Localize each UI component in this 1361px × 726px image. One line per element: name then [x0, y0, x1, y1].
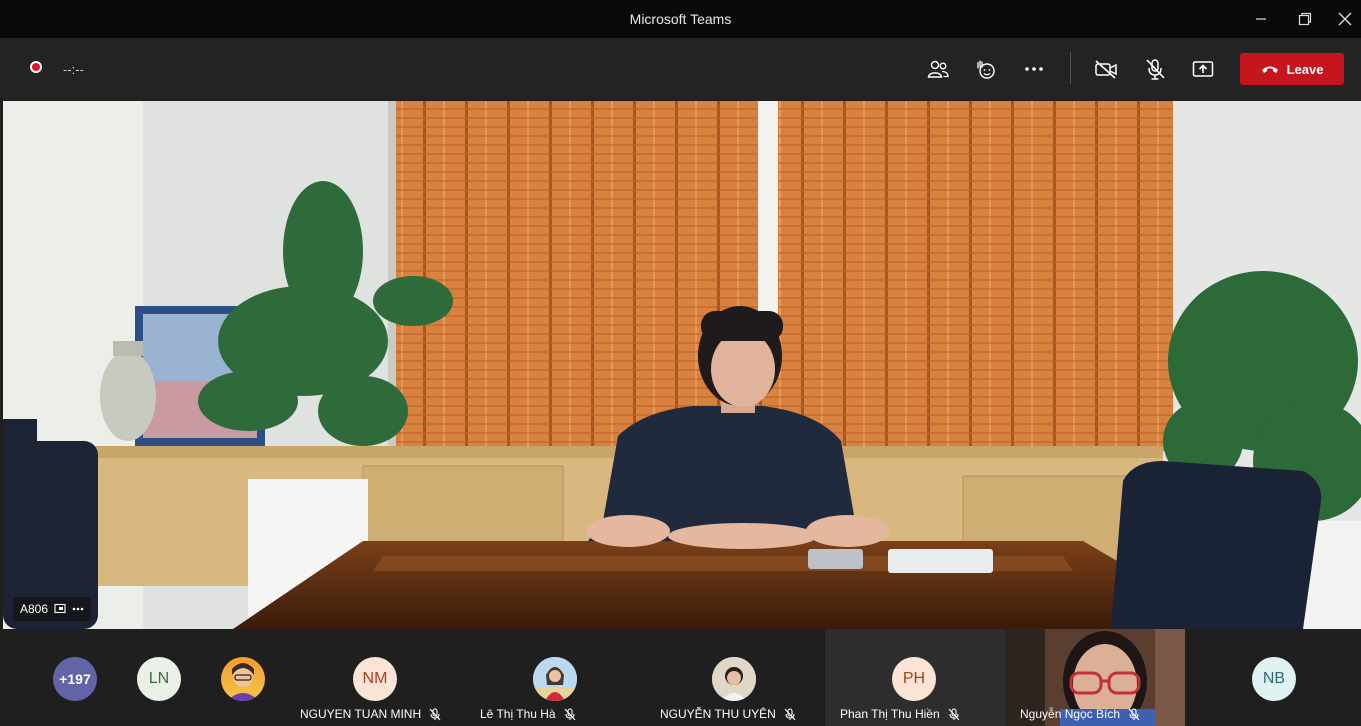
participant-name: NGUYEN TUAN MINH	[300, 707, 441, 721]
close-button[interactable]	[1322, 0, 1361, 38]
mic-toggle-button[interactable]	[1139, 54, 1171, 84]
avatar	[712, 657, 756, 701]
overflow-count[interactable]: +197	[53, 657, 97, 701]
participant-name: NGUYỄN THU UYÊN	[660, 707, 796, 721]
avatar-illustration-icon	[227, 663, 259, 701]
speaker-video-feed	[3, 101, 1361, 629]
mic-muted-icon	[948, 707, 960, 720]
avatar: NB	[1252, 657, 1296, 701]
window-title: Microsoft Teams	[629, 11, 732, 27]
avatar	[221, 657, 265, 701]
recording-indicator-icon	[30, 61, 42, 73]
participant-tile-photo-1[interactable]	[200, 629, 290, 726]
participant-tile-bich[interactable]: Nguyễn Ngọc Bích	[1005, 629, 1185, 726]
hang-up-icon	[1261, 66, 1278, 73]
screen-share-status-icon	[54, 603, 66, 614]
avatar-photo-icon	[712, 657, 756, 701]
avatar-photo-icon	[533, 657, 577, 701]
more-options-button[interactable]	[1018, 54, 1050, 84]
participant-name-text: NGUYEN TUAN MINH	[300, 707, 422, 721]
meeting-toolbar: --:-- Leave	[0, 38, 1361, 100]
participant-tile-ln[interactable]: LN	[115, 629, 205, 726]
participant-tile-ha[interactable]: Lê Thị Thu Hà	[470, 629, 630, 726]
share-tray-icon	[1192, 61, 1214, 77]
participant-tile-ph[interactable]: PH Phan Thị Thu Hiền	[825, 629, 1005, 726]
share-screen-button[interactable]	[1187, 54, 1219, 84]
avatar: LN	[137, 657, 181, 701]
main-video-stage[interactable]: A806	[3, 101, 1361, 629]
participant-overflow-tile[interactable]: +197	[30, 629, 120, 726]
camera-toggle-button[interactable]	[1090, 54, 1122, 84]
speaker-name: A806	[20, 602, 49, 616]
participants-button[interactable]	[922, 54, 954, 84]
avatar: PH	[892, 657, 936, 701]
participant-name: Phan Thị Thu Hiền	[840, 707, 960, 721]
mic-muted-icon	[784, 707, 796, 720]
reactions-button[interactable]	[970, 54, 1002, 84]
mic-off-icon	[1146, 59, 1165, 80]
avatar: NM	[353, 657, 397, 701]
leave-label: Leave	[1286, 61, 1324, 77]
people-icon	[927, 60, 949, 78]
meeting-timer: --:--	[63, 62, 84, 77]
speaker-name-tag[interactable]: A806	[13, 597, 92, 621]
participant-tile-nb[interactable]: NB	[1230, 629, 1320, 726]
participant-tile-nm[interactable]: NM NGUYEN TUAN MINH	[290, 629, 450, 726]
minimize-button[interactable]	[1238, 0, 1284, 38]
mic-muted-icon	[1128, 707, 1140, 720]
participant-name-text: Nguyễn Ngọc Bích	[1020, 707, 1121, 721]
mic-muted-icon	[564, 707, 576, 720]
minimize-icon	[1256, 18, 1266, 20]
avatar	[533, 657, 577, 701]
toolbar-divider	[1070, 52, 1071, 84]
participant-tile-uyen[interactable]: NGUYỄN THU UYÊN	[650, 629, 820, 726]
participant-name-text: Lê Thị Thu Hà	[480, 707, 556, 721]
restore-icon	[1298, 12, 1312, 26]
title-bar: Microsoft Teams	[0, 0, 1361, 38]
participant-strip: +197 LN NM NGUYEN TUAN MINH Lê Thị Thu H…	[0, 629, 1361, 726]
participant-name-text: NGUYỄN THU UYÊN	[660, 707, 776, 721]
participant-name: Nguyễn Ngọc Bích	[1020, 707, 1140, 721]
leave-button[interactable]: Leave	[1240, 53, 1344, 85]
participant-name: Lê Thị Thu Hà	[480, 707, 576, 721]
close-icon	[1338, 12, 1352, 26]
mic-muted-icon	[429, 707, 441, 720]
more-icon[interactable]	[72, 607, 84, 611]
participant-name-text: Phan Thị Thu Hiền	[840, 707, 940, 721]
more-icon	[1025, 67, 1043, 71]
raise-hand-icon	[977, 60, 995, 79]
camera-off-icon	[1095, 60, 1117, 79]
